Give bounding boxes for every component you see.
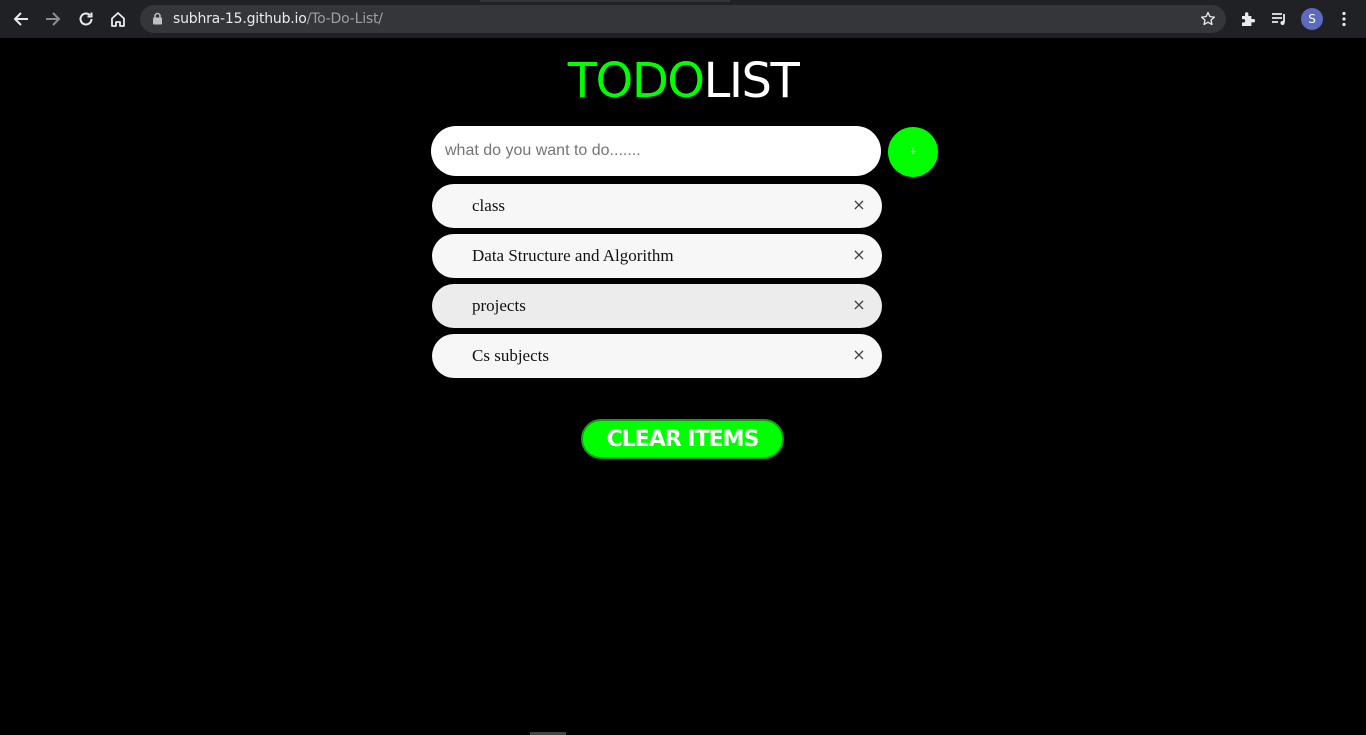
bookmark-star-icon[interactable] (1200, 11, 1216, 32)
todo-list: class × Data Structure and Algorithm × p… (432, 184, 882, 384)
extensions-icon[interactable] (1236, 7, 1260, 31)
lock-icon (152, 12, 163, 30)
todo-text: class (472, 196, 506, 215)
todo-input[interactable] (431, 126, 881, 176)
add-button[interactable]: + (888, 127, 938, 177)
profile-avatar[interactable]: S (1301, 8, 1323, 30)
remove-icon[interactable]: × (850, 196, 868, 214)
todo-text: Cs subjects (472, 346, 549, 365)
title-rest: LIST (703, 53, 800, 109)
back-icon[interactable] (9, 7, 33, 31)
home-icon[interactable] (106, 7, 130, 31)
list-item[interactable]: class × (432, 184, 882, 228)
media-queue-icon[interactable] (1267, 7, 1291, 31)
address-bar[interactable]: subhra-15.github.io/To-Do-List/ (140, 5, 1226, 33)
list-item[interactable]: projects × (432, 284, 882, 328)
todo-text: Data Structure and Algorithm (472, 246, 674, 265)
remove-icon[interactable]: × (850, 296, 868, 314)
title-highlight: TODO (567, 53, 705, 109)
remove-icon[interactable]: × (850, 346, 868, 364)
clear-items-button[interactable]: CLEAR ITEMS (581, 419, 784, 459)
reload-icon[interactable] (74, 7, 98, 31)
url-text: subhra-15.github.io/To-Do-List/ (173, 11, 383, 27)
page-title: TODOLIST (0, 52, 1366, 110)
menu-kebab-icon[interactable] (1332, 7, 1356, 31)
url-path: /To-Do-List/ (306, 11, 383, 27)
browser-toolbar: subhra-15.github.io/To-Do-List/ S (0, 0, 1366, 38)
todo-text: projects (472, 296, 526, 315)
url-domain: subhra-15.github.io (173, 11, 307, 27)
remove-icon[interactable]: × (850, 246, 868, 264)
list-item[interactable]: Data Structure and Algorithm × (432, 234, 882, 278)
forward-icon[interactable] (41, 7, 65, 31)
active-tab-indicator (480, 0, 730, 2)
list-item[interactable]: Cs subjects × (432, 334, 882, 378)
